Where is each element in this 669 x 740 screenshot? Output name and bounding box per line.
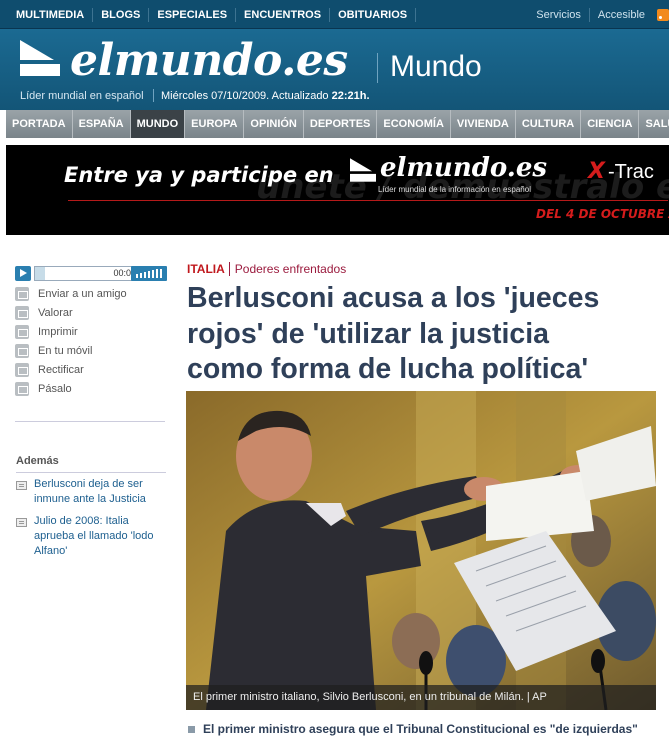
top-link-obituarios[interactable]: OBITUARIOS xyxy=(330,7,417,22)
top-links: MULTIMEDIA BLOGS ESPECIALES ENCUENTROS O… xyxy=(0,0,417,29)
photo-illustration xyxy=(186,391,656,710)
nav-opinion[interactable]: OPINIÓN xyxy=(244,110,304,138)
servicios-link[interactable]: Servicios xyxy=(528,8,589,22)
envelope-icon xyxy=(15,287,29,301)
section-link[interactable]: ITALIA xyxy=(187,262,225,276)
nav-espana[interactable]: ESPAÑA xyxy=(73,110,131,138)
date-text: Miércoles 07/10/2009. Actualizado xyxy=(161,90,329,102)
rate-label: Valorar xyxy=(38,307,73,319)
main-nav: PORTADA ESPAÑA MUNDO EUROPA OPINIÓN DEPO… xyxy=(6,110,669,138)
banner-logo-mark-icon xyxy=(350,158,376,182)
share-article[interactable]: Pásalo xyxy=(15,381,72,397)
subsection-label: Poderes enfrentados xyxy=(228,262,347,276)
correct-label: Rectificar xyxy=(38,364,84,376)
mobile-label: En tu móvil xyxy=(38,345,93,357)
printer-icon xyxy=(15,325,29,339)
share-icon xyxy=(15,382,29,396)
top-utility-bar: MULTIMEDIA BLOGS ESPECIALES ENCUENTROS O… xyxy=(0,0,669,29)
article-headline: Berlusconi acusa a los 'jueces rojos' de… xyxy=(187,282,600,385)
update-time: 22:21h. xyxy=(331,90,370,102)
banner-x-mark: X xyxy=(588,159,605,184)
top-link-especiales[interactable]: ESPECIALES xyxy=(149,7,237,22)
banner-logo: elmundo.es xyxy=(380,153,548,183)
banner-logo-subtitle: Líder mundial de la información en españ… xyxy=(378,185,531,194)
photo-caption: El primer ministro italiano, Silvio Berl… xyxy=(186,685,656,710)
banner-divider xyxy=(68,200,668,201)
correct-article[interactable]: Rectificar xyxy=(15,362,84,378)
send-to-friend-label: Enviar a un amigo xyxy=(38,288,127,300)
related-title: Además xyxy=(16,455,59,467)
document-icon xyxy=(16,518,27,527)
print-label: Imprimir xyxy=(38,326,78,338)
article-kicker: ITALIA Poderes enfrentados xyxy=(187,262,347,276)
logo-mark-icon[interactable] xyxy=(20,38,60,78)
date-divider xyxy=(153,89,154,102)
site-logo[interactable]: elmundo.es xyxy=(70,35,348,87)
related-link[interactable]: Julio de 2008: Italia aprueba el llamado… xyxy=(34,514,169,559)
nav-mundo[interactable]: MUNDO xyxy=(130,110,186,138)
mobile-phone-icon xyxy=(15,344,29,358)
top-link-multimedia[interactable]: MULTIMEDIA xyxy=(0,7,94,22)
nav-cultura[interactable]: CULTURA xyxy=(516,110,582,138)
nav-europa[interactable]: EUROPA xyxy=(185,110,245,138)
nav-portada[interactable]: PORTADA xyxy=(6,110,73,138)
rate-article[interactable]: Valorar xyxy=(15,305,73,321)
volume-icon[interactable] xyxy=(131,266,167,281)
star-icon xyxy=(15,306,29,320)
top-right-links: Servicios Accesible xyxy=(528,0,669,29)
summary-bullet: El primer ministro asegura que el Tribun… xyxy=(188,722,638,736)
related-link[interactable]: Berlusconi deja de ser inmune ante la Ju… xyxy=(34,477,169,507)
masthead: elmundo.es Mundo Líder mundial en españo… xyxy=(0,29,669,110)
banner-lead-text: Entre ya y participe en xyxy=(64,163,334,187)
mobile-link[interactable]: En tu móvil xyxy=(15,343,92,359)
ad-banner[interactable]: únete / demuéstralo en el juego Entre ya… xyxy=(6,145,669,235)
top-link-encuentros[interactable]: ENCUENTROS xyxy=(236,7,331,22)
banner-brand-text: -Trac xyxy=(608,161,654,183)
print-article[interactable]: Imprimir xyxy=(15,324,78,340)
section-title[interactable]: Mundo xyxy=(390,47,482,87)
audio-progress-bar[interactable]: 00:00 xyxy=(34,266,141,281)
dateline: Miércoles 07/10/2009. Actualizado 22:21h… xyxy=(161,89,370,103)
nav-economia[interactable]: ECONOMÍA xyxy=(377,110,451,138)
play-icon[interactable] xyxy=(15,266,31,281)
banner-dates: DEL 4 DE OCTUBRE A xyxy=(536,207,669,221)
tools-divider xyxy=(15,421,165,422)
share-label: Pásalo xyxy=(38,383,72,395)
tagline: Líder mundial en español xyxy=(20,90,144,102)
nav-vivienda[interactable]: VIVIENDA xyxy=(451,110,516,138)
nav-deportes[interactable]: DEPORTES xyxy=(304,110,378,138)
audio-player: 00:00 xyxy=(15,266,167,282)
rss-icon[interactable] xyxy=(657,8,669,21)
article-photo[interactable]: El primer ministro italiano, Silvio Berl… xyxy=(186,391,656,710)
bullet-icon xyxy=(188,725,195,733)
checkmark-icon xyxy=(15,363,29,377)
send-to-friend[interactable]: Enviar a un amigo xyxy=(15,286,127,302)
nav-salud[interactable]: SALU xyxy=(639,110,669,138)
document-icon xyxy=(16,481,27,490)
summary-text: El primer ministro asegura que el Tribun… xyxy=(203,722,638,736)
top-link-blogs[interactable]: BLOGS xyxy=(93,7,150,22)
nav-ciencia[interactable]: CIENCIA xyxy=(581,110,640,138)
logo-divider xyxy=(377,53,378,83)
accesible-link[interactable]: Accesible xyxy=(588,7,653,22)
related-divider xyxy=(16,472,166,473)
